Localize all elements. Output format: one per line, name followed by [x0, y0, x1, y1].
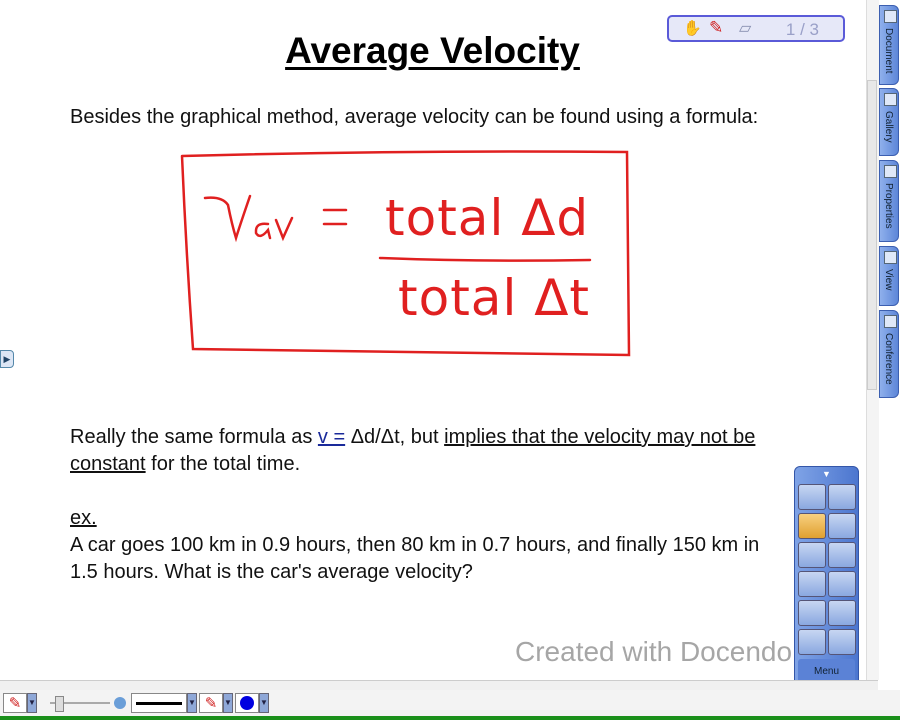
pen-icon[interactable]: ✎	[709, 18, 723, 38]
layers-icon[interactable]: ▱	[739, 18, 751, 38]
eraser-button[interactable]	[798, 571, 826, 597]
status-strip	[0, 716, 900, 720]
shape-pen-button[interactable]	[798, 542, 826, 568]
watermark: Created with Docendo	[515, 636, 793, 667]
color-dropdown[interactable]: ▼	[259, 693, 269, 713]
shapes-button[interactable]	[798, 629, 826, 655]
example-label: ex.	[70, 507, 97, 529]
properties-icon	[884, 165, 897, 178]
layout-button[interactable]	[828, 542, 856, 568]
fraction-bar	[378, 256, 592, 262]
formula-denominator: total Δt	[398, 269, 591, 327]
bottom-toolbar: ✎ ▼ ▼ ✎ ▼ ▼	[0, 690, 900, 716]
tab-properties[interactable]: Properties	[879, 160, 899, 242]
width-preview-icon	[114, 697, 126, 709]
explanation-text: Really the same formula as v = Δd/Δt, bu…	[70, 426, 756, 475]
highlighter-button[interactable]	[828, 600, 856, 626]
shape-pen-dropdown[interactable]: ▼	[223, 693, 233, 713]
hand-icon[interactable]: ✋	[683, 19, 702, 37]
scrollbar-thumb[interactable]	[867, 80, 877, 390]
conference-icon	[884, 315, 897, 328]
text-button[interactable]	[828, 629, 856, 655]
tab-document[interactable]: Document	[879, 5, 899, 85]
pen-button[interactable]: ✎	[3, 693, 27, 713]
page-navigator[interactable]: ✋ ✎ ▱ 1 / 3	[667, 15, 845, 42]
v-letter	[203, 194, 252, 243]
shape-pen-button[interactable]: ✎	[199, 693, 223, 713]
pen-dropdown[interactable]: ▼	[27, 693, 37, 713]
slider-thumb[interactable]	[55, 696, 64, 712]
view-icon	[884, 251, 897, 264]
v2-letter	[274, 216, 294, 242]
equals	[322, 208, 348, 226]
expand-left-button[interactable]: ▶	[0, 350, 14, 368]
tab-view[interactable]: View	[879, 246, 899, 306]
toolbox-button[interactable]	[828, 571, 856, 597]
select-tool-button[interactable]	[828, 484, 856, 510]
floating-toolbar[interactable]: ▼ Menu	[794, 466, 859, 690]
tab-conference[interactable]: Conference	[879, 310, 899, 398]
collapse-icon[interactable]: ▼	[822, 469, 831, 479]
line-style-select[interactable]	[131, 693, 187, 713]
capture-button[interactable]	[798, 600, 826, 626]
line-style-dropdown[interactable]: ▼	[187, 693, 197, 713]
gallery-icon	[884, 93, 897, 106]
document-icon	[884, 10, 897, 23]
example-text: A car goes 100 km in 0.9 hours, then 80 …	[70, 534, 760, 583]
a-letter	[254, 222, 272, 240]
formula-numerator: total Δd	[385, 189, 590, 247]
undo-button[interactable]	[828, 513, 856, 539]
tab-gallery[interactable]: Gallery	[879, 88, 899, 156]
whiteboard-canvas[interactable]: Average Velocity Besides the graphical m…	[0, 0, 865, 680]
color-button[interactable]	[235, 693, 259, 713]
pen-tool-button[interactable]	[798, 513, 826, 539]
page-indicator: 1 / 3	[785, 20, 819, 39]
mouse-tool-button[interactable]	[798, 484, 826, 510]
